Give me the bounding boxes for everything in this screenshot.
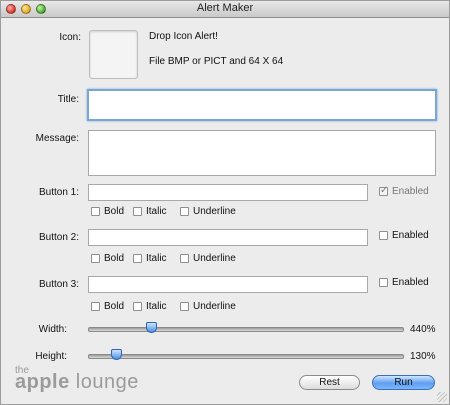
button3-underline-label: Underline	[193, 301, 236, 312]
width-value: 440%	[410, 324, 436, 335]
button1-bold-label: Bold	[104, 206, 125, 217]
button1-enabled-checkbox[interactable]	[379, 185, 388, 196]
icon-drop-well[interactable]	[89, 30, 138, 79]
width-label: Width:	[38, 324, 67, 335]
button3-bold-checkbox[interactable]	[91, 302, 100, 311]
button2-input[interactable]	[88, 229, 368, 246]
message-label: Message:	[35, 133, 79, 144]
button3-bold-label: Bold	[104, 301, 125, 312]
button2-enabled-checkbox[interactable]	[379, 231, 388, 240]
button1-bold-checkbox[interactable]	[91, 207, 100, 216]
title-label: Title:	[57, 94, 79, 105]
button2-italic-checkbox[interactable]	[133, 254, 142, 263]
width-slider-knob[interactable]	[145, 322, 157, 333]
icon-drop-hint: Drop Icon Alert!	[149, 31, 218, 42]
title-bar: Alert Maker	[1, 1, 449, 18]
button2-italic-label: Italic	[146, 253, 167, 264]
button3-enabled-label: Enabled	[392, 277, 429, 288]
button3-italic-checkbox[interactable]	[133, 302, 142, 311]
button1-italic-label: Italic	[146, 206, 167, 217]
button1-input[interactable]	[88, 184, 368, 201]
button2-bold-checkbox[interactable]	[91, 254, 100, 263]
watermark-apple: apple	[15, 371, 70, 393]
button2-label: Button 2:	[38, 232, 79, 243]
height-value: 130%	[410, 351, 436, 362]
watermark-lounge: lounge	[69, 371, 139, 393]
icon-label: Icon:	[59, 32, 81, 43]
button2-underline-checkbox[interactable]	[180, 254, 189, 263]
window-title: Alert Maker	[196, 2, 254, 14]
watermark-big: apple lounge	[15, 371, 139, 394]
resize-grip[interactable]	[437, 392, 447, 402]
run-button[interactable]: Run	[372, 375, 435, 390]
button3-enabled-checkbox[interactable]	[379, 278, 388, 287]
button3-input[interactable]	[88, 276, 368, 293]
button3-label: Button 3:	[38, 279, 79, 290]
button2-underline-label: Underline	[193, 253, 236, 264]
button1-underline-checkbox[interactable]	[180, 207, 189, 216]
button2-bold-label: Bold	[104, 253, 125, 264]
button1-enabled-label: Enabled	[392, 186, 429, 197]
icon-format-hint: File BMP or PICT and 64 X 64	[149, 56, 284, 67]
button3-italic-label: Italic	[146, 301, 167, 312]
button1-underline-label: Underline	[193, 206, 236, 217]
button2-enabled-label: Enabled	[392, 230, 429, 241]
rest-button[interactable]: Rest	[299, 375, 360, 390]
width-slider-track[interactable]	[88, 327, 404, 332]
height-slider-track[interactable]	[88, 354, 404, 359]
button1-italic-checkbox[interactable]	[133, 207, 142, 216]
button1-label: Button 1:	[38, 187, 79, 198]
alert-maker-window: Alert Maker Icon: Drop Icon Alert! File …	[0, 0, 450, 405]
message-input[interactable]	[88, 130, 436, 176]
button3-underline-checkbox[interactable]	[180, 302, 189, 311]
title-input[interactable]	[87, 89, 437, 121]
height-label: Height:	[35, 351, 67, 362]
